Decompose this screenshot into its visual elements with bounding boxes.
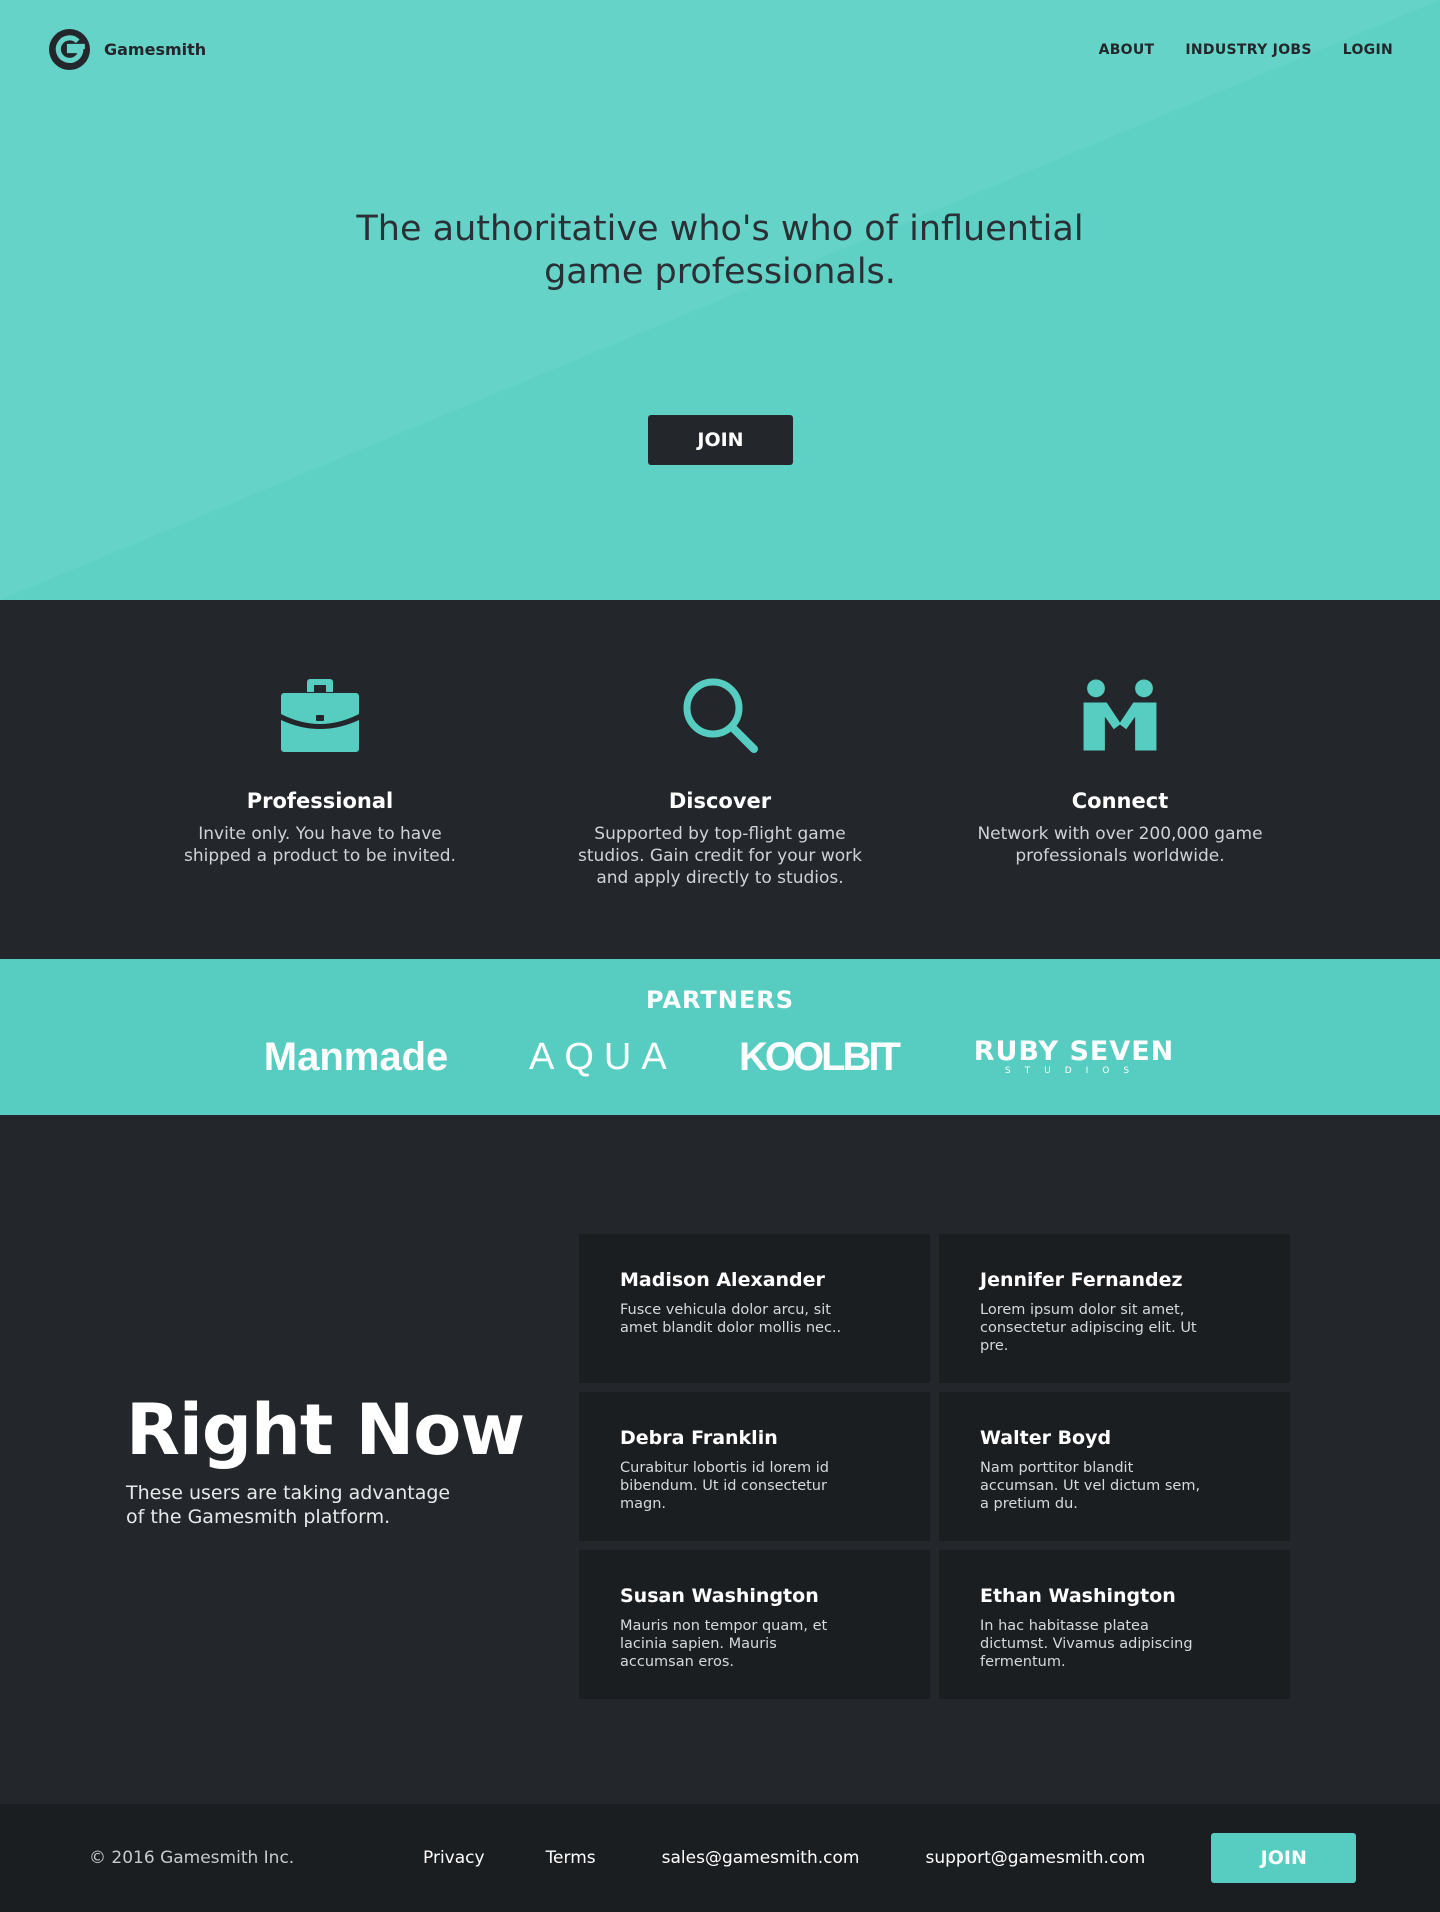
user-card-text: Mauris non tempor quam, et lacinia sapie… (620, 1618, 828, 1670)
hero-title: The authoritative who's who of influenti… (356, 209, 1084, 292)
user-card-text: Nam porttitor blandit accumsan. Ut vel d… (980, 1460, 1201, 1512)
footer-join-button[interactable]: JOIN (1211, 1833, 1357, 1883)
gamesmith-logo-icon (49, 29, 90, 70)
hero-diagonal-background (0, 0, 1440, 600)
user-card-text: In hac habitasse platea dictumst. Vivamu… (980, 1618, 1193, 1670)
feature-professional: Professional Invite only. You have to ha… (120, 600, 520, 959)
brand-name: Gamesmith (104, 40, 207, 59)
user-card[interactable]: Walter Boyd Nam porttitor blandit accums… (939, 1392, 1290, 1541)
ruby-seven-logo-sub: STUDIOS (1004, 1066, 1144, 1076)
partner-logos: Manmade AQUA KOOLBIT RUBY SEVEN STUDIOS (0, 1034, 1440, 1079)
nav-industry-jobs[interactable]: INDUSTRY JOBS (1185, 42, 1311, 58)
feature-text: Network with over 200,000 game professio… (977, 824, 1263, 866)
user-card-name: Debra Franklin (620, 1427, 778, 1449)
footer-support-email-link[interactable]: support@gamesmith.com (925, 1848, 1145, 1868)
ruby-seven-logo: RUBY SEVEN STUDIOS (971, 1038, 1177, 1076)
feature-text: Supported by top-flight game studios. Ga… (578, 824, 862, 888)
user-card-text: Curabitur lobortis id lorem id bibendum.… (620, 1460, 829, 1512)
feature-title: Connect (1071, 789, 1169, 813)
user-card[interactable]: Jennifer Fernandez Lorem ipsum dolor sit… (939, 1234, 1290, 1383)
feature-title: Discover (668, 789, 772, 813)
user-card[interactable]: Debra Franklin Curabitur lobortis id lor… (579, 1392, 930, 1541)
feature-discover: Discover Supported by top-flight game st… (520, 600, 920, 959)
handshake-icon (1083, 679, 1157, 751)
right-now-title: Right Now (126, 1389, 525, 1471)
ruby-seven-logo-main: RUBY SEVEN (973, 1036, 1175, 1067)
site-header: Gamesmith ABOUT INDUSTRY JOBS LOGIN (0, 0, 1440, 70)
manmade-logo: Manmade (263, 1034, 449, 1079)
right-now-intro: Right Now These users are taking advanta… (126, 1389, 525, 1529)
feature-title: Professional (246, 789, 394, 813)
user-card[interactable]: Ethan Washington In hac habitasse platea… (939, 1550, 1290, 1699)
user-card-name: Ethan Washington (980, 1585, 1176, 1607)
nav-login[interactable]: LOGIN (1343, 42, 1393, 58)
feature-connect: Connect Network with over 200,000 game p… (920, 600, 1320, 959)
copyright: © 2016 Gamesmith Inc. (89, 1848, 295, 1868)
user-card-name: Walter Boyd (980, 1427, 1112, 1449)
aqua-logo: AQUA (529, 1035, 677, 1078)
features-section: Professional Invite only. You have to ha… (0, 600, 1440, 959)
brand[interactable]: Gamesmith (49, 29, 206, 70)
briefcase-icon (281, 679, 359, 752)
footer-terms-link[interactable]: Terms (546, 1848, 596, 1868)
right-now-subtitle: These users are taking advantage of the … (126, 1482, 451, 1528)
user-card-text: Fusce vehicula dolor arcu, sit amet blan… (620, 1302, 842, 1336)
magnifier-icon (683, 678, 758, 753)
nav-about[interactable]: ABOUT (1099, 42, 1155, 58)
footer-sales-email-link[interactable]: sales@gamesmith.com (662, 1848, 860, 1868)
feature-text: Invite only. You have to have shipped a … (184, 824, 456, 866)
site-footer: © 2016 Gamesmith Inc. Privacy Terms sale… (0, 1804, 1440, 1912)
user-card[interactable]: Susan Washington Mauris non tempor quam,… (579, 1550, 930, 1699)
hero-join-button[interactable]: JOIN (648, 415, 793, 465)
footer-privacy-link[interactable]: Privacy (423, 1848, 485, 1868)
user-cards-grid: Madison Alexander Fusce vehicula dolor a… (579, 1234, 1290, 1699)
user-card-name: Madison Alexander (620, 1269, 825, 1291)
main-nav: ABOUT INDUSTRY JOBS LOGIN (1099, 42, 1393, 58)
user-card-text: Lorem ipsum dolor sit amet, consectetur … (980, 1302, 1197, 1354)
hero-section: Gamesmith ABOUT INDUSTRY JOBS LOGIN The … (0, 0, 1440, 600)
partners-section: PARTNERS Manmade AQUA KOOLBIT RUBY SEVEN… (0, 959, 1440, 1115)
user-card-name: Susan Washington (620, 1585, 819, 1607)
user-card-name: Jennifer Fernandez (980, 1269, 1183, 1291)
right-now-section: Right Now These users are taking advanta… (0, 1115, 1440, 1804)
partners-title: PARTNERS (646, 986, 794, 1014)
koolbit-logo: KOOLBIT (739, 1034, 901, 1079)
user-card[interactable]: Madison Alexander Fusce vehicula dolor a… (579, 1234, 930, 1383)
